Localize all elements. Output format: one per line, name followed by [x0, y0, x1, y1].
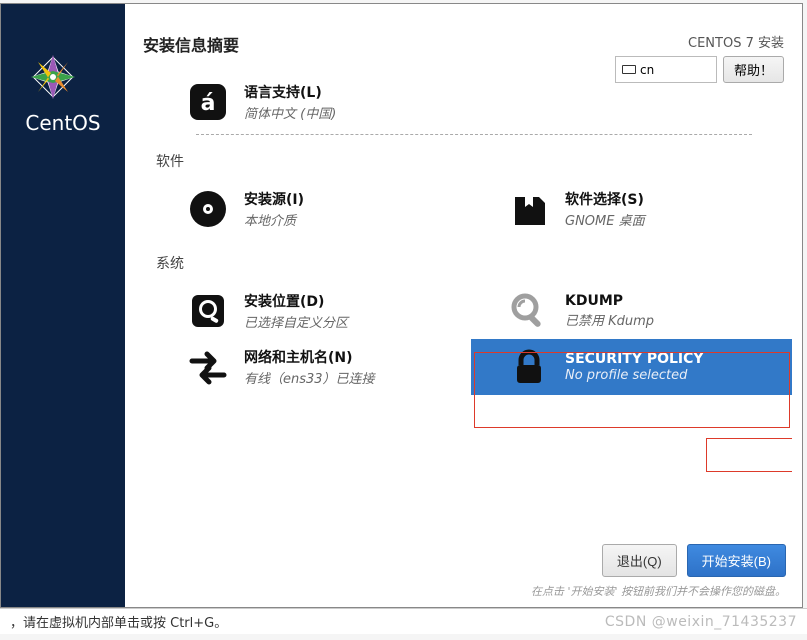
spoke-subtitle: 简体中文 (中国)	[244, 103, 336, 122]
header: 安装信息摘要 CENTOS 7 安装 cn 帮助！	[143, 4, 784, 64]
spoke-subtitle: No profile selected	[565, 368, 704, 383]
spoke-subtitle: GNOME 桌面	[565, 210, 645, 229]
quit-button[interactable]: 退出(Q)	[602, 544, 677, 577]
package-icon	[507, 187, 551, 231]
magnifier-icon	[507, 289, 551, 333]
harddisk-icon	[186, 289, 230, 333]
divider	[196, 134, 752, 135]
spoke-title: SECURITY POLICY	[565, 351, 704, 367]
spoke-subtitle: 已禁用 Kdump	[565, 310, 654, 329]
centos-logo: CentOS	[25, 49, 100, 135]
spoke-installation-destination[interactable]: 安装位置(D) 已选择自定义分区	[150, 283, 471, 339]
svg-text:á: á	[201, 91, 216, 116]
network-arrows-icon	[186, 345, 230, 389]
spoke-language-support[interactable]: á 语言支持(L) 简体中文 (中国)	[150, 74, 471, 130]
footer: 退出(Q) 开始安装(B) 在点击 '开始安装' 按钮前我们并不会操作您的磁盘。	[141, 544, 786, 599]
section-system: 系统	[156, 253, 792, 273]
vm-hint: ，请在虚拟机内部单击或按 Ctrl+G。	[10, 612, 227, 631]
spoke-network-hostname[interactable]: 网络和主机名(N) 有线（ens33）已连接	[150, 339, 471, 395]
spoke-subtitle: 已选择自定义分区	[244, 312, 348, 331]
spoke-title: 语言支持(L)	[244, 82, 336, 102]
begin-install-button[interactable]: 开始安装(B)	[687, 544, 786, 577]
disc-icon	[186, 187, 230, 231]
spoke-kdump[interactable]: KDUMP 已禁用 Kdump	[471, 283, 792, 339]
spoke-title: 安装源(I)	[244, 189, 304, 209]
spoke-software-selection[interactable]: 软件选择(S) GNOME 桌面	[471, 181, 792, 237]
watermark: CSDN @weixin_71435237	[605, 614, 797, 630]
lock-icon	[507, 345, 551, 389]
keyboard-icon	[622, 65, 636, 74]
spoke-subtitle: 有线（ens33）已连接	[244, 368, 375, 387]
spoke-title: 安装位置(D)	[244, 291, 348, 311]
spoke-title: 网络和主机名(N)	[244, 347, 375, 367]
spoke-title: 软件选择(S)	[565, 189, 645, 209]
spoke-subtitle: 本地介质	[244, 210, 304, 229]
annotation-highlight	[706, 438, 792, 472]
section-software: 软件	[156, 151, 792, 171]
vm-statusbar: ，请在虚拟机内部单击或按 Ctrl+G。 CSDN @weixin_714352…	[0, 608, 807, 634]
page-title: 安装信息摘要	[143, 32, 615, 56]
language-icon: á	[186, 80, 230, 124]
spoke-installation-source[interactable]: 安装源(I) 本地介质	[150, 181, 471, 237]
brand-text: CentOS	[25, 111, 100, 135]
spoke-title: KDUMP	[565, 293, 654, 309]
distro-label: CENTOS 7 安装	[688, 32, 784, 51]
sidebar: CentOS	[1, 4, 125, 607]
content-scroll: á 语言支持(L) 简体中文 (中国) 软件 安装源(I)	[150, 74, 792, 532]
spoke-security-policy[interactable]: SECURITY POLICY No profile selected	[471, 339, 792, 395]
footer-note: 在点击 '开始安装' 按钮前我们并不会操作您的磁盘。	[141, 583, 786, 599]
